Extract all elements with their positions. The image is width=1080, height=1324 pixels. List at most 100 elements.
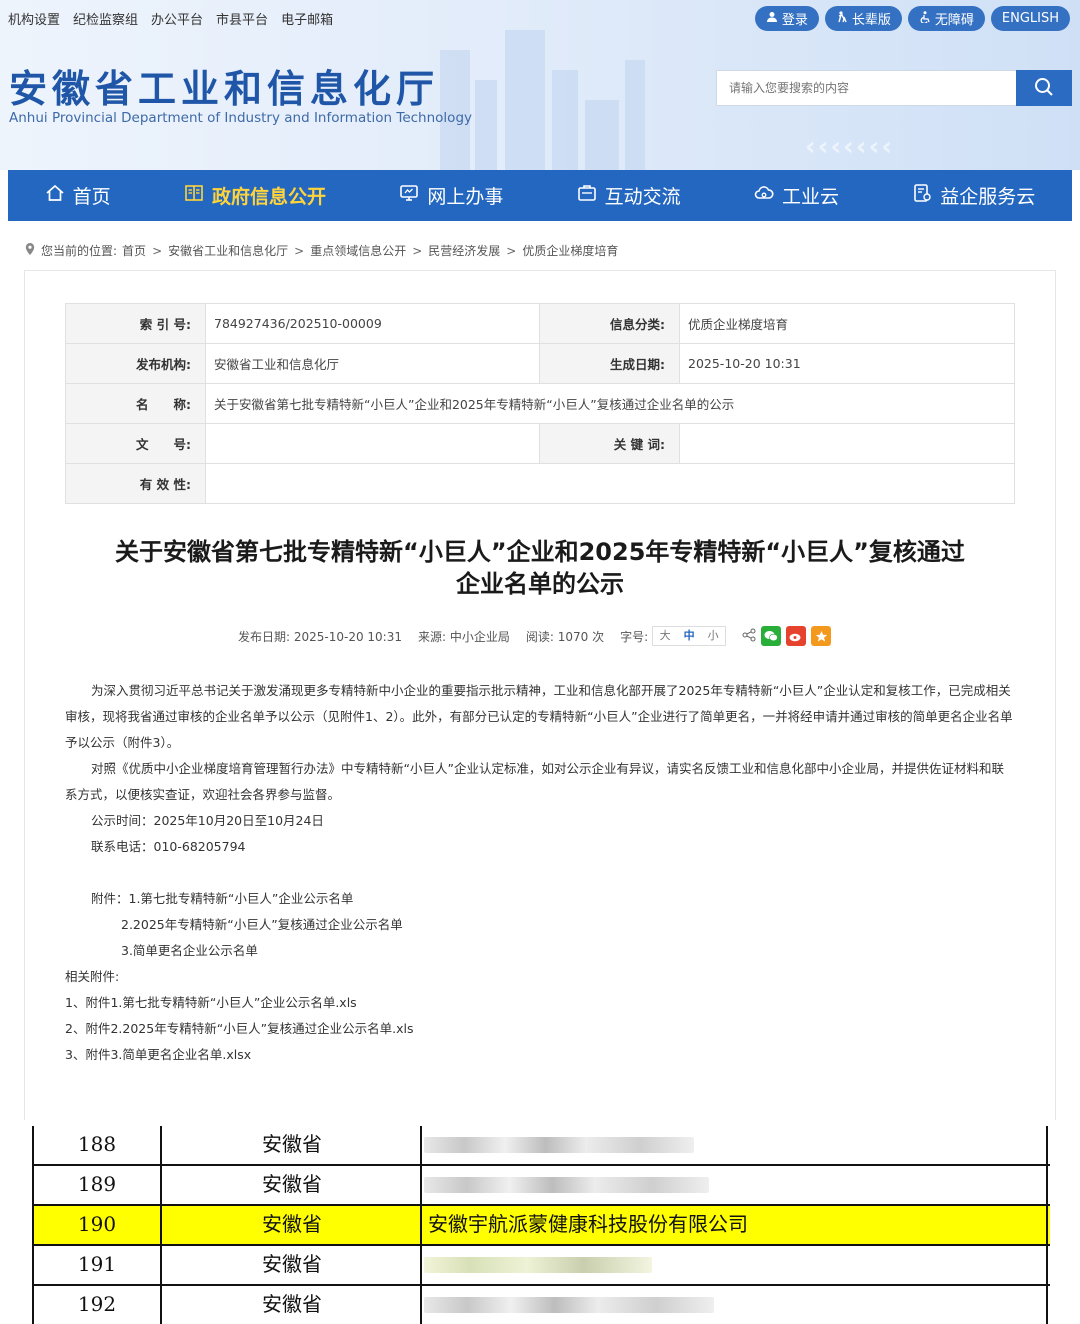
topbar-link[interactable]: 电子邮箱 [281,9,333,28]
article-title-line: 关于安徽省第七批专精特新“小巨人”企业和2025年专精特新“小巨人”复核通过 [115,538,965,566]
document-metadata-table: 索 引 号: 784927436/202510-00009 信息分类: 优质企业… [65,303,1015,504]
wechat-share-icon[interactable] [761,626,782,646]
accessibility-icon [919,11,931,26]
site-title-en: Anhui Provincial Department of Industry … [9,110,473,126]
meta-label: 名 称: [65,383,206,424]
share-icon [742,628,756,645]
topbar-link[interactable]: 市县平台 [216,9,268,28]
topbar-link[interactable]: 办公平台 [151,9,203,28]
table-border [32,1126,34,1324]
login-button[interactable]: 登录 [754,6,819,31]
breadcrumb: 您当前的位置: 首页 > 安徽省工业和信息化厅 > 重点领域信息公开 > 民营经… [24,242,618,259]
attachment-list-item: 附件：1.第七批专精特新“小巨人”企业公示名单 [91,891,354,906]
breadcrumb-link[interactable]: 优质企业梯度培育 [522,242,618,259]
breadcrumb-separator: > [152,243,163,258]
search-input[interactable] [716,70,1016,106]
meta-value: 2025-10-20 10:31 [679,343,1015,384]
table-border [420,1126,422,1324]
row-number: 190 [77,1212,117,1236]
meta-value: 优质企业梯度培育 [679,303,1015,344]
table-row: 188 安徽省 [32,1126,1050,1166]
weibo-share-icon[interactable] [786,626,807,646]
attachment-list-item: 3.简单更名企业公示名单 [121,943,258,958]
accessibility-button[interactable]: 无障碍 [907,6,985,31]
redacted-company-name [424,1257,652,1273]
redacted-company-name [424,1177,709,1193]
read-count: 阅读: 1070 次 [525,629,605,644]
font-size-small[interactable]: 小 [701,627,725,645]
attachment-link[interactable]: 2、附件2.2025年专精特新“小巨人”复核通过企业公示名单.xls [65,1016,1015,1042]
nav-item-industry-cloud[interactable]: 工业云 [754,182,839,209]
row-number: 192 [77,1292,117,1316]
publish-date: 发布日期: 2025-10-20 10:31 [238,629,402,644]
article-paragraph: 为深入贯彻习近平总书记关于激发涌现更多专精特新中小企业的重要指示批示精神，工业和… [65,683,1013,750]
accessibility-label: 无障碍 [934,13,974,28]
article-title: 关于安徽省第七批专精特新“小巨人”企业和2025年专精特新“小巨人”复核通过 企… [40,536,1040,600]
breadcrumb-link[interactable]: 首页 [122,242,146,259]
article-title-line: 企业名单的公示 [456,570,624,598]
font-size-switcher: 大 中 小 [652,626,727,646]
breadcrumb-prefix: 您当前的位置: [41,244,118,258]
nav-label: 互动交流 [604,186,681,208]
elder-mode-button[interactable]: 长辈版 [824,6,902,31]
service-icon [912,183,932,208]
meta-label: 文 号: [65,423,206,464]
english-button[interactable]: ENGLISH [990,6,1070,31]
attachment-list-item: 2.2025年专精特新“小巨人”复核通过企业公示名单 [121,917,403,932]
attachment-link[interactable]: 3、附件3.简单更名企业名单.xlsx [65,1042,1015,1068]
chat-icon [577,183,597,208]
article-source: 来源: 中小企业局 [418,629,510,644]
related-attachments-label: 相关附件: [65,969,120,984]
province-cell: 安徽省 [262,1132,322,1156]
spreadsheet-excerpt: 188 安徽省 189 安徽省 190 安徽省 安徽宇航派蒙健康科技股份有限公司… [32,1126,1050,1324]
redacted-company-name [424,1297,714,1313]
meta-value: 安徽省工业和信息化厅 [205,343,540,384]
cloud-icon [754,183,774,208]
province-cell: 安徽省 [262,1212,322,1236]
search-box [716,70,1072,106]
nav-item-online-service[interactable]: 网上办事 [399,182,503,209]
breadcrumb-separator: > [294,243,305,258]
breadcrumb-separator: > [412,243,423,258]
notice-period: 公示时间：2025年10月20日至10月24日 [91,813,324,828]
nav-item-interaction[interactable]: 互动交流 [577,182,681,209]
table-border [1046,1126,1048,1324]
meta-label: 生成日期: [539,343,680,384]
font-size-medium[interactable]: 中 [677,627,701,645]
article-info-bar: 发布日期: 2025-10-20 10:31 来源: 中小企业局 阅读: 107… [238,626,832,646]
nav-item-gov-info[interactable]: 政府信息公开 [184,182,326,209]
breadcrumb-separator: > [506,243,517,258]
nav-item-enterprise-service[interactable]: 益企服务云 [912,182,1035,209]
share-buttons [742,626,832,646]
favorite-icon[interactable] [811,626,832,646]
breadcrumb-link[interactable]: 民营经济发展 [428,242,500,259]
font-size-large[interactable]: 大 [653,627,677,645]
meta-label: 有 效 性: [65,463,206,504]
skyline-decoration [475,80,497,170]
contact-phone: 联系电话：010-68205794 [91,839,246,854]
article-body: 为深入贯彻习近平总书记关于激发涌现更多专精特新中小企业的重要指示批示精神，工业和… [65,678,1015,1068]
meta-label: 关 键 词: [539,423,680,464]
article-paragraph: 对照《优质中小企业梯度培育管理暂行办法》中专精特新“小巨人”企业认定标准，如对公… [65,761,1004,802]
attachment-link[interactable]: 1、附件1.第七批专精特新“小巨人”企业公示名单.xls [65,990,1015,1016]
site-header: 机构设置 纪检监察组 办公平台 市县平台 电子邮箱 登录 长辈版 无障碍 ENG… [0,0,1080,170]
skyline-decoration [552,70,578,170]
book-icon [184,183,204,208]
meta-value: 关于安徽省第七批专精特新“小巨人”企业和2025年专精特新“小巨人”复核通过企业… [205,383,1015,424]
table-row-highlighted: 190 安徽省 安徽宇航派蒙健康科技股份有限公司 [32,1206,1050,1246]
topbar-link[interactable]: 机构设置 [8,9,60,28]
search-button[interactable] [1016,70,1072,106]
topbar-link[interactable]: 纪检监察组 [73,9,138,28]
province-cell: 安徽省 [262,1252,322,1276]
redacted-company-name [424,1137,694,1153]
table-row: 191 安徽省 [32,1246,1050,1286]
site-title-cn: 安徽省工业和信息化厅 [9,67,440,111]
elder-icon [836,11,848,26]
nav-item-home[interactable]: 首页 [45,182,111,209]
row-number: 188 [77,1132,117,1156]
breadcrumb-link[interactable]: 重点领域信息公开 [310,242,406,259]
meta-value [679,423,1015,464]
nav-label: 网上办事 [427,186,504,208]
main-nav: 首页 政府信息公开 网上办事 互动交流 工业云 益企服务云 [8,170,1072,221]
breadcrumb-link[interactable]: 安徽省工业和信息化厅 [168,242,288,259]
